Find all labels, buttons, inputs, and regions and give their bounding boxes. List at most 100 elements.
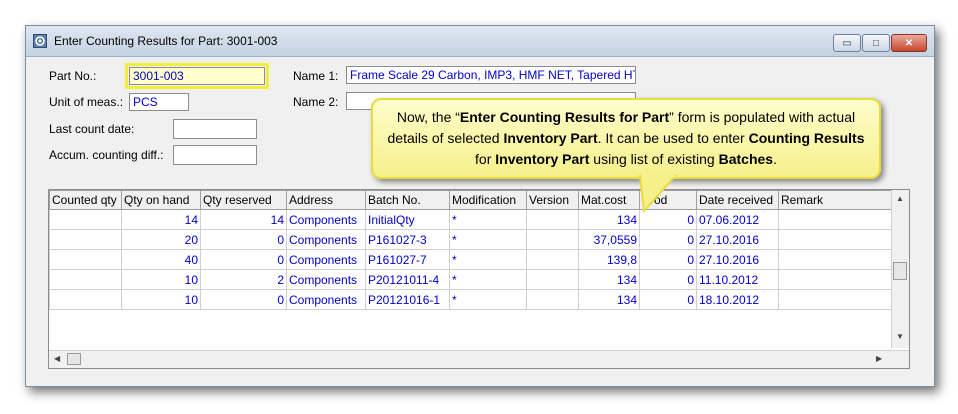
mat-cost-cell[interactable]: 134 <box>578 289 640 310</box>
vertical-scroll-thumb[interactable] <box>893 262 907 280</box>
counted-qty-cell[interactable] <box>49 269 122 290</box>
callout-pointer <box>638 175 678 214</box>
minimize-button[interactable]: ▭ <box>833 34 861 52</box>
mat-cost-cell[interactable]: 134 <box>578 269 640 290</box>
window-title: Enter Counting Results for Part: 3001-00… <box>54 34 278 48</box>
name1-field[interactable]: Frame Scale 29 Carbon, IMP3, HMF NET, Ta… <box>346 66 636 84</box>
column-header[interactable]: Version <box>526 190 579 210</box>
address-cell[interactable]: Components <box>286 289 366 310</box>
remark-cell[interactable] <box>778 229 893 250</box>
mat-cost-cell[interactable]: 37,0559 <box>578 229 640 250</box>
scroll-right-icon[interactable]: ▶ <box>876 354 882 363</box>
prod-cell[interactable]: 0 <box>639 229 697 250</box>
scroll-up-icon[interactable]: ▲ <box>896 194 904 203</box>
qty-on-hand-cell[interactable]: 10 <box>121 289 201 310</box>
batches-table: Counted qty Qty on hand Qty reserved Add… <box>49 190 893 310</box>
column-header[interactable]: Batch No. <box>365 190 450 210</box>
qty-reserved-cell[interactable]: 14 <box>200 209 287 230</box>
table-row[interactable]: 20 0 Components P161027-3 * 37,0559 0 27… <box>49 229 893 250</box>
close-button[interactable]: ✕ <box>891 34 927 52</box>
version-cell[interactable] <box>526 209 579 230</box>
title-bar[interactable]: Enter Counting Results for Part: 3001-00… <box>26 26 934 57</box>
qty-reserved-cell[interactable]: 0 <box>200 249 287 270</box>
qty-on-hand-cell[interactable]: 14 <box>121 209 201 230</box>
table-row[interactable]: 40 0 Components P161027-7 * 139,8 0 27.1… <box>49 249 893 270</box>
qty-reserved-cell[interactable]: 2 <box>200 269 287 290</box>
counted-qty-cell[interactable] <box>49 289 122 310</box>
date-received-cell[interactable]: 27.10.2016 <box>696 249 779 270</box>
close-icon: ✕ <box>904 37 914 49</box>
prod-cell[interactable]: 0 <box>639 269 697 290</box>
address-cell[interactable]: Components <box>286 249 366 270</box>
date-received-cell[interactable]: 07.06.2012 <box>696 209 779 230</box>
version-cell[interactable] <box>526 289 579 310</box>
date-received-cell[interactable]: 11.10.2012 <box>696 269 779 290</box>
qty-reserved-cell[interactable]: 0 <box>200 229 287 250</box>
maximize-button[interactable]: □ <box>862 34 890 52</box>
table-row[interactable]: 14 14 Components InitialQty * 134 0 07.0… <box>49 209 893 230</box>
counted-qty-cell[interactable] <box>49 209 122 230</box>
column-header[interactable]: Qty on hand <box>121 190 201 210</box>
accum-counting-diff-label: Accum. counting diff.: <box>49 148 164 162</box>
qty-on-hand-cell[interactable]: 10 <box>121 269 201 290</box>
accum-counting-diff-field[interactable] <box>173 145 257 165</box>
version-cell[interactable] <box>526 229 579 250</box>
batch-no-cell[interactable]: P161027-7 <box>365 249 450 270</box>
qty-on-hand-cell[interactable]: 40 <box>121 249 201 270</box>
callout-bold-text: Inventory Part <box>503 130 598 146</box>
name1-label: Name 1: <box>293 69 339 83</box>
counted-qty-cell[interactable] <box>49 229 122 250</box>
unit-label: Unit of meas.: <box>49 95 124 109</box>
column-header[interactable]: Address <box>286 190 366 210</box>
last-count-date-field[interactable] <box>173 119 257 139</box>
scroll-left-icon[interactable]: ◀ <box>54 354 60 363</box>
qty-on-hand-cell[interactable]: 20 <box>121 229 201 250</box>
modification-cell[interactable]: * <box>449 229 527 250</box>
remark-cell[interactable] <box>778 269 893 290</box>
callout-text: for <box>475 151 496 167</box>
tutorial-callout: Now, the “Enter Counting Results for Par… <box>371 98 881 179</box>
remark-cell[interactable] <box>778 249 893 270</box>
vertical-scrollbar[interactable]: ▲ ▼ <box>891 190 909 348</box>
prod-cell[interactable]: 0 <box>639 289 697 310</box>
table-row[interactable]: 10 2 Components P20121011-4 * 134 0 11.1… <box>49 269 893 290</box>
column-header[interactable]: Remark <box>778 190 893 210</box>
minimize-icon: ▭ <box>842 37 852 49</box>
column-header[interactable]: Counted qty <box>49 190 122 210</box>
version-cell[interactable] <box>526 249 579 270</box>
table-row[interactable]: 10 0 Components P20121016-1 * 134 0 18.1… <box>49 289 893 310</box>
address-cell[interactable]: Components <box>286 209 366 230</box>
unit-field[interactable]: PCS <box>129 93 189 111</box>
date-received-cell[interactable]: 27.10.2016 <box>696 229 779 250</box>
last-count-date-label: Last count date: <box>49 122 135 136</box>
scroll-down-icon[interactable]: ▼ <box>896 332 904 341</box>
horizontal-scroll-thumb[interactable] <box>67 353 81 365</box>
address-cell[interactable]: Components <box>286 229 366 250</box>
modification-cell[interactable]: * <box>449 269 527 290</box>
version-cell[interactable] <box>526 269 579 290</box>
maximize-icon: □ <box>872 37 880 49</box>
callout-bold-text: Batches <box>718 151 774 167</box>
remark-cell[interactable] <box>778 289 893 310</box>
column-header[interactable]: Date received <box>696 190 779 210</box>
batches-grid[interactable]: Counted qty Qty on hand Qty reserved Add… <box>48 189 910 369</box>
remark-cell[interactable] <box>778 209 893 230</box>
mat-cost-cell[interactable]: 139,8 <box>578 249 640 270</box>
modification-cell[interactable]: * <box>449 289 527 310</box>
date-received-cell[interactable]: 18.10.2012 <box>696 289 779 310</box>
batch-no-cell[interactable]: P20121016-1 <box>365 289 450 310</box>
batch-no-cell[interactable]: InitialQty <box>365 209 450 230</box>
horizontal-scrollbar[interactable]: ◀ ▶ <box>49 350 909 368</box>
column-header[interactable]: Qty reserved <box>200 190 287 210</box>
part-no-field[interactable]: 3001-003 <box>125 63 269 89</box>
column-header[interactable]: Modification <box>449 190 527 210</box>
prod-cell[interactable]: 0 <box>639 249 697 270</box>
batch-no-cell[interactable]: P161027-3 <box>365 229 450 250</box>
counted-qty-cell[interactable] <box>49 249 122 270</box>
modification-cell[interactable]: * <box>449 249 527 270</box>
address-cell[interactable]: Components <box>286 269 366 290</box>
modification-cell[interactable]: * <box>449 209 527 230</box>
qty-reserved-cell[interactable]: 0 <box>200 289 287 310</box>
batch-no-cell[interactable]: P20121011-4 <box>365 269 450 290</box>
callout-text: using list of existing <box>589 151 719 167</box>
